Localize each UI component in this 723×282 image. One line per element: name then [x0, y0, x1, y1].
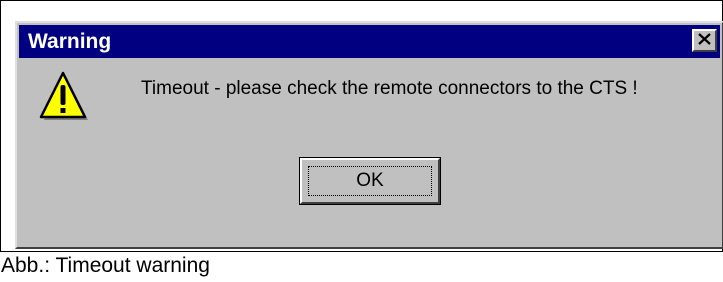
ok-button[interactable]: OK [299, 157, 441, 205]
warning-message: Timeout - please check the remote connec… [141, 78, 638, 99]
ok-focus-rect: OK [308, 166, 432, 196]
warning-dialog: Warning Timeout - please check the remot… [15, 21, 723, 249]
ok-button-bevel: OK [300, 158, 440, 204]
dialog-title: Warning [28, 30, 112, 53]
ok-label: OK [356, 170, 384, 191]
figure-frame: Warning Timeout - please check the remot… [0, 0, 723, 252]
figure-caption: Abb.: Timeout warning [1, 254, 210, 277]
title-bar[interactable]: Warning [19, 25, 720, 58]
warning-triangle-icon [37, 71, 89, 123]
close-icon [698, 32, 711, 50]
close-button[interactable] [692, 29, 717, 52]
